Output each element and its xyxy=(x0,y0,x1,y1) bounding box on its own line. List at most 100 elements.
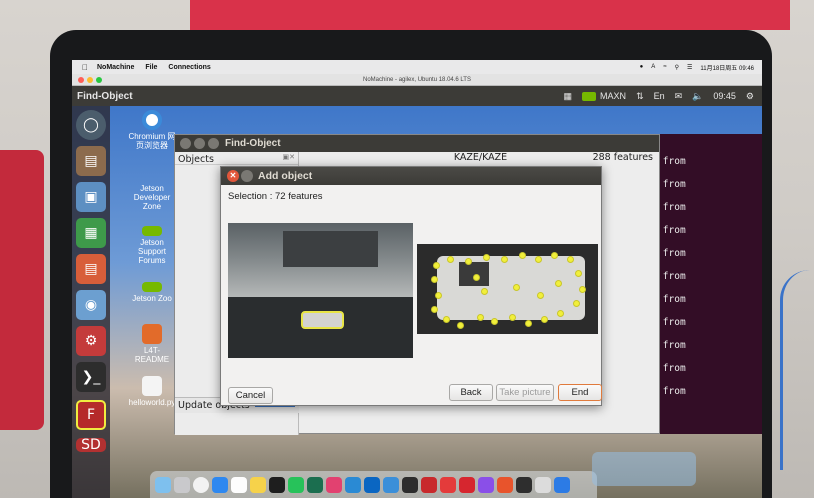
desktop-icon-helloworld[interactable]: helloworld.py xyxy=(128,376,176,407)
orange-app-icon[interactable] xyxy=(497,476,513,493)
keypoint xyxy=(535,256,542,263)
software-center-icon[interactable]: ◉ xyxy=(76,290,106,320)
wechat-icon[interactable]: ● xyxy=(640,64,644,70)
finder-icon[interactable] xyxy=(155,476,171,493)
terminal-dock-icon[interactable] xyxy=(402,476,418,493)
find-object-app-icon[interactable]: F xyxy=(76,400,106,430)
search-icon[interactable]: ⚲ xyxy=(675,64,679,71)
desktop-icon-jetson-developer[interactable]: Jetson Developer Zone xyxy=(128,184,176,211)
close-icon[interactable] xyxy=(180,138,191,149)
image-viewer-icon[interactable]: ▣ xyxy=(76,182,106,212)
volume-icon[interactable]: 🔈 xyxy=(692,91,703,102)
control-center-icon[interactable]: ☰ xyxy=(687,64,692,71)
terminal-icon[interactable]: ❯_ xyxy=(76,362,106,392)
wifi-icon[interactable]: ≈ xyxy=(663,64,666,70)
back-button[interactable]: Back xyxy=(449,384,493,401)
mac-app-menu[interactable]: NoMachine xyxy=(97,64,134,71)
chromium-icon xyxy=(142,110,162,130)
keypoint xyxy=(477,314,484,321)
chrome-icon[interactable] xyxy=(193,476,209,493)
nvidia-logo-icon xyxy=(582,91,597,101)
wechat-icon[interactable] xyxy=(288,476,304,493)
maximize-icon[interactable] xyxy=(208,138,219,149)
keypoint xyxy=(537,292,544,299)
notes-icon[interactable] xyxy=(250,476,266,493)
selection-rectangle[interactable] xyxy=(301,311,344,329)
mac-menu-connections[interactable]: Connections xyxy=(168,64,210,71)
app-store-icon[interactable] xyxy=(212,476,228,493)
close-icon[interactable] xyxy=(78,77,84,83)
nomachine-dock-icon[interactable] xyxy=(554,476,570,493)
qq-icon[interactable] xyxy=(269,476,285,493)
add-object-title-bar: ✕ Add object xyxy=(221,167,601,185)
selected-object-preview xyxy=(417,244,598,334)
keypoint xyxy=(551,252,558,259)
intellij-icon[interactable] xyxy=(326,476,342,493)
sd-card-icon[interactable]: SD xyxy=(76,437,106,453)
camera-frame[interactable] xyxy=(228,223,413,358)
desktop-icon-jetson-support[interactable]: Jetson Support Forums xyxy=(128,226,176,265)
cancel-button[interactable]: Cancel xyxy=(228,387,273,404)
minimize-icon[interactable] xyxy=(241,170,253,182)
typora-icon[interactable] xyxy=(535,476,551,493)
ubuntu-top-panel: Find-Object ▦ MAXN ⇅ En ✉ 🔈 09:45 ⚙ xyxy=(72,86,762,106)
mac-status-area: ● A ≈ ⚲ ☰ 11月18日周五 09:46 xyxy=(640,60,754,74)
keypoint xyxy=(481,288,488,295)
spreadsheet-icon[interactable]: ▦ xyxy=(76,218,106,248)
minimize-icon[interactable] xyxy=(87,77,93,83)
presentation-icon[interactable]: ▤ xyxy=(76,254,106,284)
keypoint xyxy=(513,284,520,291)
panel-float-close-icon[interactable]: ▣✕ xyxy=(283,153,295,161)
network-transfer-icon[interactable]: ⇅ xyxy=(636,91,644,102)
desktop-icon-l4t-readme[interactable]: L4T-README xyxy=(128,324,176,364)
window-controls xyxy=(180,138,219,149)
apple-icon[interactable]:  xyxy=(82,63,88,72)
add-object-dialog: ✕ Add object Selection : 72 features Can… xyxy=(220,166,602,406)
mail-icon[interactable]: ✉ xyxy=(675,91,683,102)
dark-app-icon[interactable] xyxy=(516,476,532,493)
xcode-icon[interactable] xyxy=(383,476,399,493)
netease-music-icon[interactable] xyxy=(440,476,456,493)
text-file-icon xyxy=(142,376,162,396)
end-button[interactable]: End xyxy=(558,384,602,401)
files-icon[interactable]: ▤ xyxy=(76,146,106,176)
desktop-icon-chromium[interactable]: Chromium 网页浏览器 xyxy=(128,110,176,150)
minimize-icon[interactable] xyxy=(194,138,205,149)
keypoint xyxy=(431,276,438,283)
take-picture-button[interactable]: Take picture xyxy=(496,384,554,401)
zoom-icon[interactable] xyxy=(96,77,102,83)
desktop-icon-jetson-zoo[interactable]: Jetson Zoo xyxy=(128,282,176,303)
keypoint xyxy=(473,274,480,281)
background-blue-cable xyxy=(780,270,814,470)
panel-clock[interactable]: 09:45 xyxy=(713,91,736,101)
dock-trash-area[interactable] xyxy=(592,452,696,486)
nomachine-title: NoMachine - agilex, Ubuntu 18.04.6 LTS xyxy=(363,77,471,83)
settings-gear-icon[interactable]: ⚙ xyxy=(746,91,754,102)
nvidia-power-indicator[interactable]: MAXN xyxy=(582,91,626,101)
nvidia-icon xyxy=(142,282,162,292)
nvidia-icon xyxy=(142,226,162,236)
pycharm-icon[interactable] xyxy=(307,476,323,493)
keyboard-layout[interactable]: En xyxy=(654,91,665,101)
keypoint xyxy=(541,316,548,323)
vscode-icon[interactable] xyxy=(345,476,361,493)
mac-datetime[interactable]: 11月18日周五 09:46 xyxy=(700,63,754,72)
monitor-icon[interactable]: ▦ xyxy=(564,91,573,102)
system-settings-icon[interactable]: ⚙ xyxy=(76,326,106,356)
purple-app-icon[interactable] xyxy=(478,476,494,493)
ubuntu-search-icon[interactable]: ◯ xyxy=(76,110,106,140)
input-source-icon[interactable]: A xyxy=(651,64,655,70)
mac-menu-file[interactable]: File xyxy=(145,64,157,71)
ubuntu-indicators: ▦ MAXN ⇅ En ✉ 🔈 09:45 ⚙ xyxy=(564,86,754,106)
docker-icon[interactable] xyxy=(364,476,380,493)
red-app-icon[interactable] xyxy=(459,476,475,493)
filezilla-icon[interactable] xyxy=(421,476,437,493)
background-red-object-left xyxy=(0,150,44,430)
active-app-name: Find-Object xyxy=(77,90,133,102)
keypoint xyxy=(573,300,580,307)
power-mode: MAXN xyxy=(600,91,627,101)
launchpad-icon[interactable] xyxy=(174,476,190,493)
mac-menu-bar:  NoMachine File Connections ● A ≈ ⚲ ☰ 1… xyxy=(72,60,762,74)
calendar-icon[interactable] xyxy=(231,476,247,493)
close-icon[interactable]: ✕ xyxy=(227,170,239,182)
